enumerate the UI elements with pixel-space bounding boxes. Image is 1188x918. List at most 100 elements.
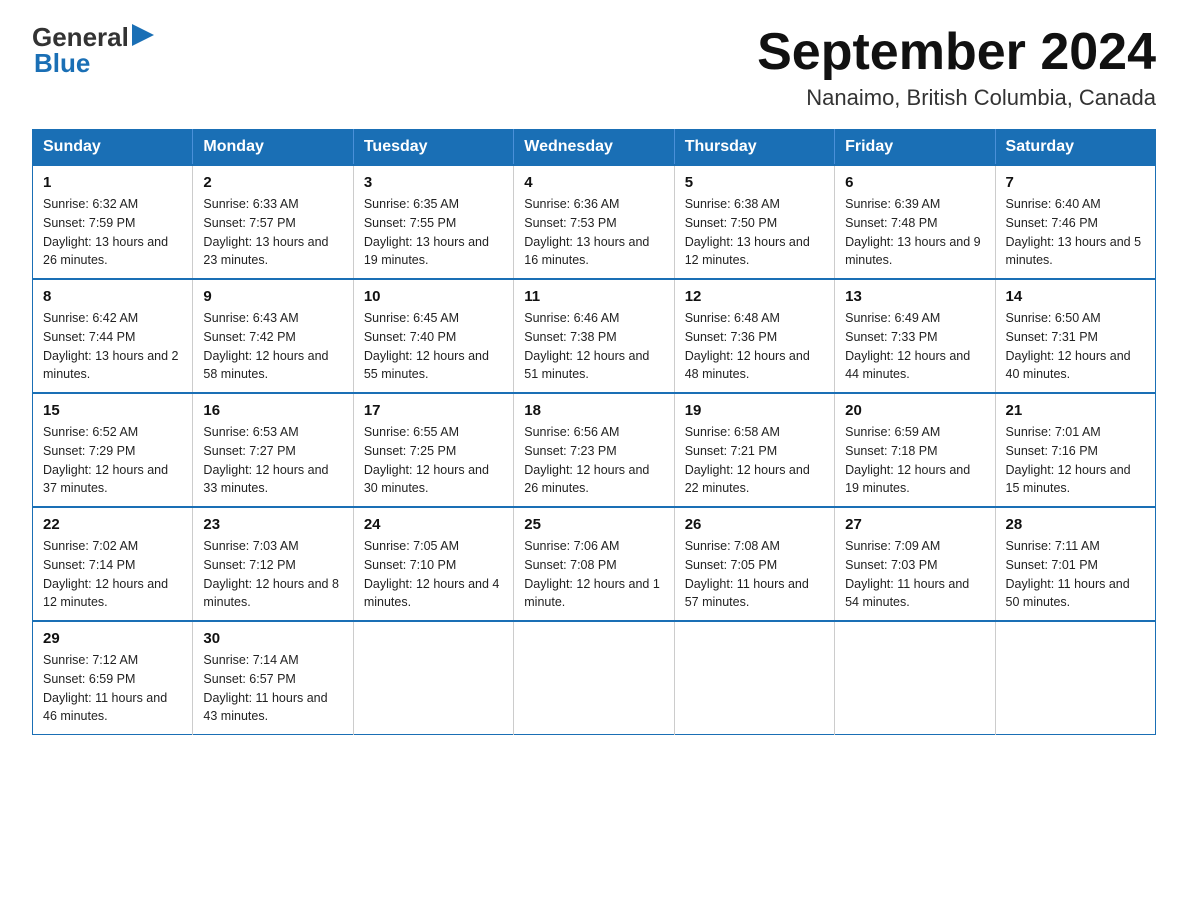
day-number: 15 [43, 402, 182, 419]
calendar-cell [353, 621, 513, 735]
calendar-cell: 30Sunrise: 7:14 AM Sunset: 6:57 PM Dayli… [193, 621, 353, 735]
day-number: 5 [685, 174, 824, 191]
calendar-cell: 3 Sunrise: 6:35 AM Sunset: 7:55 PM Daylig… [353, 165, 513, 279]
day-info: Sunrise: 6:39 AM Sunset: 7:48 PM Dayligh… [845, 195, 984, 270]
logo-arrow-icon [132, 24, 154, 46]
logo-general-text: General [32, 24, 129, 50]
calendar-week-row: 8 Sunrise: 6:42 AM Sunset: 7:44 PM Daylig… [33, 279, 1156, 393]
calendar-cell: 15 Sunrise: 6:52 AM Sunset: 7:29 PM Dayli… [33, 393, 193, 507]
day-info: Sunrise: 6:42 AM Sunset: 7:44 PM Dayligh… [43, 309, 182, 384]
day-number: 26 [685, 516, 824, 533]
day-number: 18 [524, 402, 663, 419]
calendar-cell: 22Sunrise: 7:02 AM Sunset: 7:14 PM Dayli… [33, 507, 193, 621]
day-info: Sunrise: 6:46 AM Sunset: 7:38 PM Dayligh… [524, 309, 663, 384]
calendar-cell: 29Sunrise: 7:12 AM Sunset: 6:59 PM Dayli… [33, 621, 193, 735]
day-number: 25 [524, 516, 663, 533]
calendar-cell: 21 Sunrise: 7:01 AM Sunset: 7:16 PM Dayli… [995, 393, 1155, 507]
day-number: 30 [203, 630, 342, 647]
calendar-cell: 5 Sunrise: 6:38 AM Sunset: 7:50 PM Daylig… [674, 165, 834, 279]
calendar-cell: 9 Sunrise: 6:43 AM Sunset: 7:42 PM Daylig… [193, 279, 353, 393]
calendar-cell [674, 621, 834, 735]
day-number: 13 [845, 288, 984, 305]
calendar-cell: 24Sunrise: 7:05 AM Sunset: 7:10 PM Dayli… [353, 507, 513, 621]
day-number: 20 [845, 402, 984, 419]
calendar-cell: 7 Sunrise: 6:40 AM Sunset: 7:46 PM Daylig… [995, 165, 1155, 279]
calendar-cell: 14 Sunrise: 6:50 AM Sunset: 7:31 PM Dayli… [995, 279, 1155, 393]
day-info: Sunrise: 6:49 AM Sunset: 7:33 PM Dayligh… [845, 309, 984, 384]
day-number: 16 [203, 402, 342, 419]
calendar-week-row: 22Sunrise: 7:02 AM Sunset: 7:14 PM Dayli… [33, 507, 1156, 621]
day-number: 8 [43, 288, 182, 305]
day-info: Sunrise: 6:32 AM Sunset: 7:59 PM Dayligh… [43, 195, 182, 270]
day-number: 6 [845, 174, 984, 191]
day-number: 23 [203, 516, 342, 533]
calendar-cell: 18 Sunrise: 6:56 AM Sunset: 7:23 PM Dayli… [514, 393, 674, 507]
day-info: Sunrise: 6:36 AM Sunset: 7:53 PM Dayligh… [524, 195, 663, 270]
calendar-week-row: 29Sunrise: 7:12 AM Sunset: 6:59 PM Dayli… [33, 621, 1156, 735]
calendar-cell: 8 Sunrise: 6:42 AM Sunset: 7:44 PM Daylig… [33, 279, 193, 393]
day-number: 14 [1006, 288, 1145, 305]
day-number: 17 [364, 402, 503, 419]
calendar-header-wednesday: Wednesday [514, 130, 674, 166]
page-title: September 2024 [757, 24, 1156, 81]
calendar-week-row: 15 Sunrise: 6:52 AM Sunset: 7:29 PM Dayli… [33, 393, 1156, 507]
calendar-cell: 28Sunrise: 7:11 AM Sunset: 7:01 PM Dayli… [995, 507, 1155, 621]
day-info: Sunrise: 6:50 AM Sunset: 7:31 PM Dayligh… [1006, 309, 1145, 384]
day-info: Sunrise: 6:56 AM Sunset: 7:23 PM Dayligh… [524, 423, 663, 498]
calendar-header-friday: Friday [835, 130, 995, 166]
day-number: 3 [364, 174, 503, 191]
day-number: 24 [364, 516, 503, 533]
calendar-header-thursday: Thursday [674, 130, 834, 166]
calendar-cell: 17Sunrise: 6:55 AM Sunset: 7:25 PM Dayli… [353, 393, 513, 507]
calendar-header-monday: Monday [193, 130, 353, 166]
day-number: 21 [1006, 402, 1145, 419]
calendar-cell [995, 621, 1155, 735]
day-info: Sunrise: 7:01 AM Sunset: 7:16 PM Dayligh… [1006, 423, 1145, 498]
day-info: Sunrise: 6:35 AM Sunset: 7:55 PM Dayligh… [364, 195, 503, 270]
calendar-cell: 23 Sunrise: 7:03 AM Sunset: 7:12 PM Dayli… [193, 507, 353, 621]
day-number: 11 [524, 288, 663, 305]
day-info: Sunrise: 6:48 AM Sunset: 7:36 PM Dayligh… [685, 309, 824, 384]
day-number: 1 [43, 174, 182, 191]
day-number: 10 [364, 288, 503, 305]
calendar-cell: 16 Sunrise: 6:53 AM Sunset: 7:27 PM Dayli… [193, 393, 353, 507]
day-number: 22 [43, 516, 182, 533]
calendar-cell [514, 621, 674, 735]
day-info: Sunrise: 7:06 AM Sunset: 7:08 PM Dayligh… [524, 537, 663, 612]
calendar-cell: 10 Sunrise: 6:45 AM Sunset: 7:40 PM Dayli… [353, 279, 513, 393]
day-info: Sunrise: 6:53 AM Sunset: 7:27 PM Dayligh… [203, 423, 342, 498]
page-subtitle: Nanaimo, British Columbia, Canada [757, 85, 1156, 111]
title-block: September 2024 Nanaimo, British Columbia… [757, 24, 1156, 111]
day-number: 29 [43, 630, 182, 647]
day-info: Sunrise: 7:03 AM Sunset: 7:12 PM Dayligh… [203, 537, 342, 612]
day-info: Sunrise: 6:58 AM Sunset: 7:21 PM Dayligh… [685, 423, 824, 498]
calendar-cell: 12 Sunrise: 6:48 AM Sunset: 7:36 PM Dayli… [674, 279, 834, 393]
day-number: 4 [524, 174, 663, 191]
day-info: Sunrise: 6:40 AM Sunset: 7:46 PM Dayligh… [1006, 195, 1145, 270]
calendar-header-sunday: Sunday [33, 130, 193, 166]
day-info: Sunrise: 6:38 AM Sunset: 7:50 PM Dayligh… [685, 195, 824, 270]
day-number: 12 [685, 288, 824, 305]
day-number: 9 [203, 288, 342, 305]
day-info: Sunrise: 6:52 AM Sunset: 7:29 PM Dayligh… [43, 423, 182, 498]
day-info: Sunrise: 6:33 AM Sunset: 7:57 PM Dayligh… [203, 195, 342, 270]
calendar-cell: 2 Sunrise: 6:33 AM Sunset: 7:57 PM Daylig… [193, 165, 353, 279]
calendar-cell: 13 Sunrise: 6:49 AM Sunset: 7:33 PM Dayli… [835, 279, 995, 393]
day-info: Sunrise: 6:43 AM Sunset: 7:42 PM Dayligh… [203, 309, 342, 384]
calendar-cell: 19 Sunrise: 6:58 AM Sunset: 7:21 PM Dayli… [674, 393, 834, 507]
calendar-header-saturday: Saturday [995, 130, 1155, 166]
day-number: 7 [1006, 174, 1145, 191]
logo: General Blue [32, 24, 154, 76]
day-number: 19 [685, 402, 824, 419]
calendar-cell: 20Sunrise: 6:59 AM Sunset: 7:18 PM Dayli… [835, 393, 995, 507]
day-info: Sunrise: 6:45 AM Sunset: 7:40 PM Dayligh… [364, 309, 503, 384]
calendar-cell: 25 Sunrise: 7:06 AM Sunset: 7:08 PM Dayli… [514, 507, 674, 621]
calendar-cell: 4 Sunrise: 6:36 AM Sunset: 7:53 PM Daylig… [514, 165, 674, 279]
calendar-table: SundayMondayTuesdayWednesdayThursdayFrid… [32, 129, 1156, 735]
day-number: 28 [1006, 516, 1145, 533]
calendar-week-row: 1 Sunrise: 6:32 AM Sunset: 7:59 PM Daylig… [33, 165, 1156, 279]
day-number: 2 [203, 174, 342, 191]
calendar-cell: 6 Sunrise: 6:39 AM Sunset: 7:48 PM Daylig… [835, 165, 995, 279]
calendar-header-tuesday: Tuesday [353, 130, 513, 166]
calendar-cell: 1 Sunrise: 6:32 AM Sunset: 7:59 PM Daylig… [33, 165, 193, 279]
